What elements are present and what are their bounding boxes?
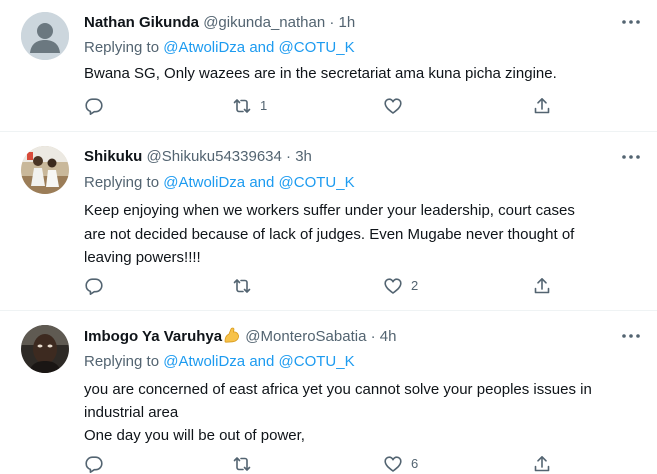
tweet-text-line: you are concerned of east africa yet you…	[84, 381, 592, 398]
more-options-button[interactable]	[620, 14, 642, 30]
reply-button[interactable]	[84, 276, 144, 296]
author-handle[interactable]: @Shikuku54339634	[147, 148, 282, 165]
retweet-icon	[233, 279, 251, 293]
tweet-text-line: Keep enjoying when we workers suffer und…	[84, 202, 575, 219]
photo-avatar[interactable]	[21, 325, 69, 373]
share-button[interactable]	[532, 454, 592, 474]
like-icon	[384, 278, 402, 294]
more-options-button[interactable]	[620, 328, 642, 344]
tweet-header: Imbogo Ya Varuhya @MonteroSabatia · 4h	[84, 326, 396, 347]
share-button[interactable]	[532, 276, 592, 296]
like-count: 2	[411, 278, 419, 293]
more-options-button[interactable]	[620, 149, 642, 165]
tweet-2[interactable]: Shikuku @Shikuku54339634 · 3h Replying t…	[0, 132, 657, 309]
mention-and[interactable]: and	[249, 174, 274, 191]
tweet-text: you are concerned of east africa yet you…	[84, 378, 644, 447]
timestamp[interactable]: 4h	[380, 328, 397, 345]
tweet-3[interactable]: Imbogo Ya Varuhya @MonteroSabatia · 4h R…	[0, 311, 657, 474]
photo-avatar[interactable]	[21, 146, 69, 194]
author-handle[interactable]: @gikunda_nathan	[203, 14, 325, 31]
share-icon	[534, 98, 550, 114]
more-icon	[622, 20, 640, 24]
tweet-1[interactable]: Nathan Gikunda @gikunda_nathan · 1h Repl…	[0, 0, 657, 131]
mention-link[interactable]: @AtwoliDza	[163, 353, 245, 370]
share-icon	[534, 278, 550, 294]
like-button[interactable]: 2	[383, 276, 443, 296]
replying-to: Replying to @AtwoliDza and @COTU_K	[84, 173, 355, 193]
like-count: 6	[411, 456, 419, 471]
reply-icon	[85, 98, 103, 115]
more-icon	[622, 334, 640, 338]
like-button[interactable]	[383, 96, 443, 116]
tweet-text-line: Bwana SG, Only wazees are in the secreta…	[84, 65, 557, 82]
tweet-text-line: are not decided because of lack of judge…	[84, 225, 575, 243]
separator-dot: ·	[286, 148, 292, 165]
like-icon	[384, 456, 402, 472]
default-avatar[interactable]	[21, 12, 69, 60]
author-name[interactable]: Shikuku	[84, 148, 142, 165]
timestamp[interactable]: 1h	[339, 14, 356, 31]
author-handle[interactable]: @MonteroSabatia	[245, 328, 366, 345]
replying-to: Replying to @AtwoliDza and @COTU_K	[84, 352, 355, 372]
retweet-button[interactable]: 1	[232, 96, 292, 116]
mention-link[interactable]: @COTU_K	[279, 39, 355, 56]
mention-and[interactable]: and	[249, 39, 274, 56]
mention-link[interactable]: @AtwoliDza	[163, 39, 245, 56]
reply-icon	[85, 278, 103, 295]
replying-to-label: Replying to	[84, 39, 160, 56]
mention-and[interactable]: and	[249, 353, 274, 370]
more-icon	[622, 155, 640, 159]
mention-link[interactable]: @COTU_K	[279, 174, 355, 191]
tweet-text-line: One day you will be out of power,	[84, 427, 305, 444]
default-avatar-icon	[21, 12, 69, 60]
tweet-header: Shikuku @Shikuku54339634 · 3h	[84, 147, 312, 167]
timestamp[interactable]: 3h	[295, 148, 312, 165]
replying-to-label: Replying to	[84, 353, 160, 370]
retweet-button[interactable]	[232, 454, 292, 474]
reply-button[interactable]	[84, 96, 144, 116]
tweet-text-line: leaving powers!!!!	[84, 249, 201, 266]
tweet-text: Bwana SG, Only wazees are in the secreta…	[84, 64, 644, 84]
mention-link[interactable]: @COTU_K	[279, 353, 355, 370]
separator-dot: ·	[370, 328, 376, 345]
user-photo-icon	[21, 325, 69, 373]
reply-icon	[85, 456, 103, 473]
like-button[interactable]: 6	[383, 454, 443, 474]
retweet-button[interactable]	[232, 276, 292, 296]
author-name[interactable]: Imbogo Ya Varuhya	[84, 328, 222, 345]
tweet-text: Keep enjoying when we workers suffer und…	[84, 199, 644, 270]
tweet-text-line: industrial area	[84, 404, 179, 421]
reply-button[interactable]	[84, 454, 144, 474]
mention-link[interactable]: @AtwoliDza	[163, 174, 245, 191]
share-button[interactable]	[532, 96, 592, 116]
user-photo-icon	[21, 146, 69, 194]
author-name[interactable]: Nathan Gikunda	[84, 14, 199, 31]
retweet-count: 1	[260, 98, 268, 113]
flexed-biceps-emoji	[224, 327, 240, 343]
replying-to: Replying to @AtwoliDza and @COTU_K	[84, 38, 355, 58]
separator-dot: ·	[329, 14, 335, 31]
tweet-header: Nathan Gikunda @gikunda_nathan · 1h	[84, 13, 355, 33]
replying-to-label: Replying to	[84, 174, 160, 191]
like-icon	[384, 98, 402, 114]
retweet-icon	[233, 457, 251, 471]
retweet-icon	[233, 99, 251, 113]
share-icon	[534, 456, 550, 472]
